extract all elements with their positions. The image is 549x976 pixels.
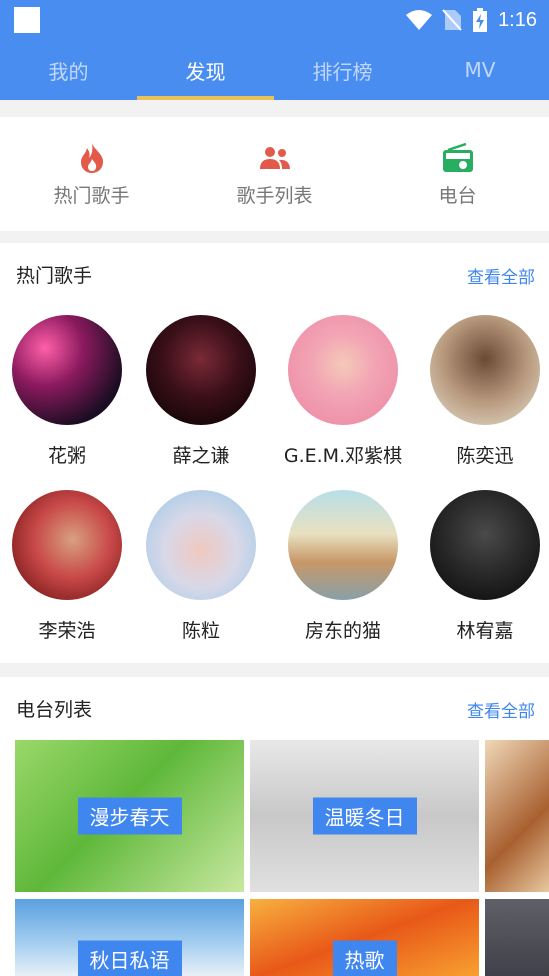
artist-name: 林宥嘉 (456, 620, 514, 642)
quicknav-hot-singers[interactable]: 热门歌手 (0, 117, 183, 231)
tab-mine[interactable]: 我的 (0, 40, 137, 100)
radio-card[interactable]: 温暖冬日 (250, 740, 479, 892)
artist-name: 房东的猫 (304, 620, 381, 642)
artist-card[interactable]: G.E.M.邓紫棋 (278, 315, 408, 468)
no-sim-icon (442, 9, 462, 31)
radio-section: 电台列表 查看全部 漫步春天 温暖冬日 秋日私语 热歌 (0, 677, 549, 976)
radio-card[interactable] (485, 899, 549, 976)
artist-name: 陈粒 (181, 620, 220, 642)
tab-mv[interactable]: MV (411, 40, 549, 100)
quicknav-singer-list[interactable]: 歌手列表 (183, 117, 366, 231)
status-bar: 1:16 (0, 0, 549, 40)
avatar (430, 490, 540, 600)
artist-name: 薛之谦 (172, 445, 230, 467)
radio-card-label: 温暖冬日 (312, 797, 417, 835)
view-all-radio-link[interactable]: 查看全部 (467, 697, 535, 722)
quicknav-hot-singers-label: 热门歌手 (53, 184, 130, 207)
artist-name: 李荣浩 (38, 620, 96, 642)
artist-name: 花粥 (47, 445, 86, 467)
avatar (288, 315, 398, 425)
quicknav-radio-label: 电台 (438, 184, 477, 207)
section-title: 电台列表 (16, 699, 93, 721)
wifi-icon (406, 10, 433, 30)
hot-singers-section: 热门歌手 查看全部 花粥 薛之谦 G.E.M.邓紫棋 陈奕迅 李荣浩 陈粒 房东… (0, 243, 549, 663)
tab-discover[interactable]: 发现 (137, 40, 274, 100)
battery-icon (473, 8, 488, 32)
radio-card[interactable]: 热歌 (250, 899, 479, 976)
tab-charts[interactable]: 排行榜 (274, 40, 411, 100)
avatar (288, 490, 398, 600)
radio-card[interactable]: 漫步春天 (15, 740, 244, 892)
artist-name: 陈奕迅 (456, 445, 514, 467)
main-tabs: 我的 发现 排行榜 MV (0, 40, 549, 100)
artist-card[interactable]: 陈粒 (136, 490, 266, 643)
artist-card[interactable]: 陈奕迅 (420, 315, 549, 468)
quicknav-singer-list-label: 歌手列表 (236, 184, 313, 207)
app-header: 1:16 我的 发现 排行榜 MV (0, 0, 549, 100)
avatar (146, 490, 256, 600)
status-icons: 1:16 (406, 5, 537, 35)
status-time: 1:16 (498, 8, 537, 31)
quick-nav: 热门歌手 歌手列表 电台 (0, 117, 549, 231)
artist-card[interactable]: 花粥 (2, 315, 132, 468)
avatar (12, 315, 122, 425)
view-all-singers-link[interactable]: 查看全部 (467, 263, 535, 288)
radio-card-label: 漫步春天 (77, 797, 182, 835)
radio-card-label: 热歌 (332, 940, 397, 976)
artist-card[interactable]: 房东的猫 (278, 490, 408, 643)
avatar (430, 315, 540, 425)
artist-card[interactable]: 林宥嘉 (420, 490, 549, 643)
avatar (146, 315, 256, 425)
radio-card[interactable]: 秋日私语 (15, 899, 244, 976)
artist-card[interactable]: 李荣浩 (2, 490, 132, 643)
section-title: 热门歌手 (16, 265, 93, 287)
artist-name: G.E.M.邓紫棋 (283, 445, 403, 467)
radio-card[interactable] (485, 740, 549, 892)
notification-icon (14, 7, 40, 33)
artist-card[interactable]: 薛之谦 (136, 315, 266, 468)
quicknav-radio[interactable]: 电台 (366, 117, 549, 231)
radio-card-label: 秋日私语 (77, 940, 182, 976)
fire-icon (75, 141, 109, 175)
people-icon (258, 141, 292, 175)
radio-icon (441, 141, 475, 175)
radio-header: 电台列表 查看全部 (0, 677, 549, 737)
hot-singers-header: 热门歌手 查看全部 (0, 243, 549, 303)
avatar (12, 490, 122, 600)
